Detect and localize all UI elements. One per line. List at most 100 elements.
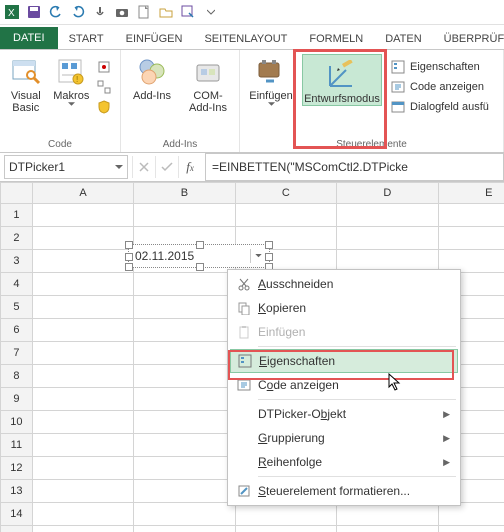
row-header[interactable]: 4 [1, 273, 33, 296]
macro-security-button[interactable] [97, 98, 114, 116]
select-all-corner[interactable] [1, 183, 33, 204]
row-header[interactable]: 9 [1, 388, 33, 411]
row-header[interactable]: 1 [1, 204, 33, 227]
cm-cut[interactable]: Ausschneiden [230, 272, 458, 296]
makros-button[interactable]: ! Makros [50, 52, 94, 106]
cell[interactable] [32, 411, 133, 434]
formula-input[interactable]: =EINBETTEN("MSComCtl2.DTPicke [205, 153, 504, 181]
formula-cancel-button[interactable] [132, 156, 155, 178]
cm-format-control[interactable]: Steuerelement formatieren... [230, 479, 458, 503]
com-addins-button[interactable]: COM-Add-Ins [181, 52, 235, 114]
row-header[interactable]: 6 [1, 319, 33, 342]
resize-handle[interactable] [125, 263, 133, 271]
cell[interactable] [32, 526, 133, 532]
cell[interactable] [134, 480, 235, 503]
cell[interactable] [438, 204, 504, 227]
col-header[interactable]: A [32, 183, 133, 204]
cell[interactable] [32, 227, 133, 250]
addins-button[interactable]: Add-Ins [125, 52, 179, 102]
redo-icon[interactable] [70, 4, 86, 20]
open-icon[interactable] [158, 4, 174, 20]
cell[interactable] [134, 434, 235, 457]
cell[interactable] [134, 411, 235, 434]
row-header[interactable]: 7 [1, 342, 33, 365]
tab-einfuegen[interactable]: EINFÜGEN [115, 28, 194, 49]
cm-view-code[interactable]: Code anzeigen [230, 373, 458, 397]
cell[interactable] [32, 388, 133, 411]
cell[interactable] [134, 526, 235, 532]
qat-customize-icon[interactable] [202, 0, 220, 24]
new-icon[interactable] [136, 4, 152, 20]
cell[interactable] [337, 526, 438, 532]
cm-order[interactable]: Reihenfolge ▶ [230, 450, 458, 474]
cell[interactable] [235, 204, 336, 227]
row-header[interactable]: 12 [1, 457, 33, 480]
cell[interactable] [134, 388, 235, 411]
cell[interactable] [32, 273, 133, 296]
cell[interactable] [438, 227, 504, 250]
col-header[interactable]: C [235, 183, 336, 204]
cell[interactable] [235, 526, 336, 532]
save-as-icon[interactable] [180, 4, 196, 20]
dtpicker-dropdown[interactable] [250, 249, 265, 263]
view-code-button[interactable]: Code anzeigen [390, 78, 489, 96]
cell[interactable] [32, 365, 133, 388]
save-icon[interactable] [26, 4, 42, 20]
run-dialog-button[interactable]: Dialogfeld ausfü [390, 98, 489, 116]
cell[interactable] [32, 296, 133, 319]
cell[interactable] [337, 204, 438, 227]
cell[interactable] [134, 204, 235, 227]
resize-handle[interactable] [125, 241, 133, 249]
col-header[interactable]: E [438, 183, 504, 204]
row-header[interactable]: 14 [1, 503, 33, 526]
cell[interactable] [32, 250, 133, 273]
cell[interactable] [134, 296, 235, 319]
row-header[interactable]: 2 [1, 227, 33, 250]
cell[interactable] [134, 273, 235, 296]
tab-seitenlayout[interactable]: SEITENLAYOUT [193, 28, 298, 49]
row-header[interactable]: 15 [1, 526, 33, 532]
cell[interactable] [32, 503, 133, 526]
insert-function-button[interactable]: fx [178, 156, 201, 178]
cell[interactable] [134, 365, 235, 388]
insert-control-button[interactable]: Einfügen [244, 52, 298, 106]
row-header[interactable]: 13 [1, 480, 33, 503]
col-header[interactable]: D [337, 183, 438, 204]
cell[interactable] [438, 526, 504, 532]
cell[interactable] [134, 503, 235, 526]
cell[interactable] [134, 342, 235, 365]
row-header[interactable]: 11 [1, 434, 33, 457]
design-mode-button[interactable]: Entwurfsmodus [302, 54, 382, 106]
tab-formeln[interactable]: FORMELN [298, 28, 374, 49]
cell[interactable] [134, 457, 235, 480]
name-box[interactable]: DTPicker1 [4, 155, 128, 179]
resize-handle[interactable] [265, 253, 273, 261]
visual-basic-button[interactable]: VisualBasic [4, 52, 48, 114]
row-header[interactable]: 8 [1, 365, 33, 388]
cm-dtpicker-object[interactable]: DTPicker-Objekt ▶ [230, 402, 458, 426]
row-header[interactable]: 5 [1, 296, 33, 319]
cell[interactable] [32, 342, 133, 365]
relative-refs-button[interactable] [97, 78, 114, 96]
cell[interactable] [32, 319, 133, 342]
dtpicker-control[interactable]: 02.11.2015 [128, 244, 270, 268]
col-header[interactable]: B [134, 183, 235, 204]
cell[interactable] [32, 480, 133, 503]
cell[interactable] [32, 434, 133, 457]
tab-file[interactable]: DATEI [0, 27, 58, 49]
formula-enter-button[interactable] [155, 156, 178, 178]
resize-handle[interactable] [265, 241, 273, 249]
cm-properties[interactable]: Eigenschaften [230, 349, 458, 373]
cell[interactable] [32, 204, 133, 227]
tab-start[interactable]: START [58, 28, 115, 49]
cell[interactable] [32, 457, 133, 480]
properties-button[interactable]: Eigenschaften [390, 58, 489, 76]
undo-icon[interactable] [48, 4, 64, 20]
cm-copy[interactable]: Kopieren [230, 296, 458, 320]
row-header[interactable]: 3 [1, 250, 33, 273]
tab-daten[interactable]: DATEN [374, 28, 432, 49]
cell[interactable] [337, 227, 438, 250]
row-header[interactable]: 10 [1, 411, 33, 434]
touch-mode-icon[interactable] [92, 4, 108, 20]
resize-handle[interactable] [196, 241, 204, 249]
